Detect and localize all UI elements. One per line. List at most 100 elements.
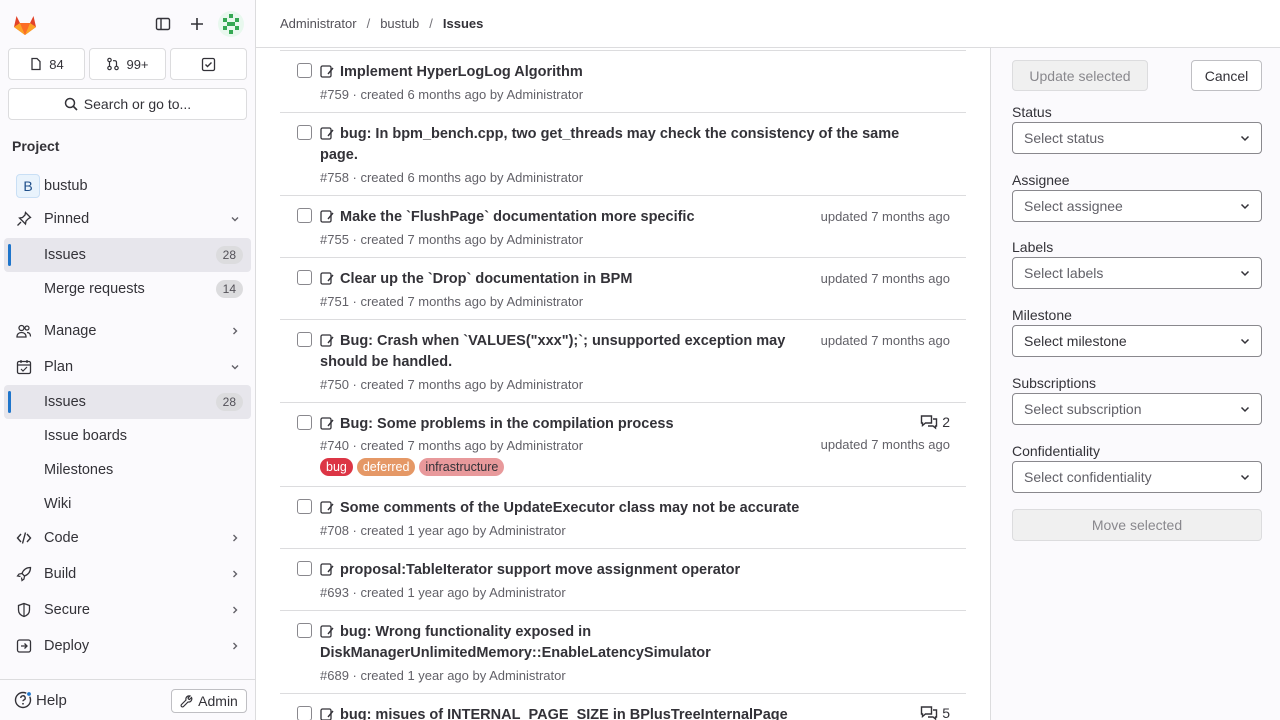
- issue-type-icon: [320, 501, 335, 514]
- chevron-right-icon: [229, 604, 241, 616]
- chevron-down-icon: [229, 361, 241, 373]
- sidebar-item-secure[interactable]: Secure: [4, 593, 251, 627]
- breadcrumb-item[interactable]: Administrator: [280, 16, 357, 31]
- issue-checkbox[interactable]: [297, 270, 312, 285]
- confidentiality-dropdown[interactable]: Select confidentiality: [1012, 461, 1262, 493]
- collapse-sidebar-icon[interactable]: [147, 8, 179, 40]
- breadcrumb-current[interactable]: Issues: [443, 16, 483, 31]
- issue-title[interactable]: Make the `FlushPage` documentation more …: [320, 207, 880, 228]
- chevron-right-icon: [229, 640, 241, 652]
- issue-meta: #751 · created 7 months ago by Administr…: [320, 294, 584, 309]
- create-new-icon[interactable]: [181, 8, 213, 40]
- chevron-down-icon: [229, 213, 241, 225]
- issue-checkbox[interactable]: [297, 63, 312, 78]
- issue-title[interactable]: Implement HyperLogLog Algorithm: [320, 62, 880, 83]
- sidebar-item-label: Manage: [44, 323, 97, 339]
- labels-dropdown[interactable]: Select labels: [1012, 257, 1262, 289]
- sidebar-item-pinned[interactable]: Pinned: [4, 203, 251, 235]
- issue-row[interactable]: Some comments of the UpdateExecutor clas…: [280, 487, 966, 549]
- assigned-issues-button[interactable]: 84: [8, 48, 85, 80]
- label-bug[interactable]: bug: [320, 458, 353, 476]
- issue-title[interactable]: Clear up the `Drop` documentation in BPM: [320, 269, 880, 290]
- milestone-dropdown[interactable]: Select milestone: [1012, 325, 1262, 357]
- sidebar-item-label: Wiki: [44, 496, 72, 512]
- chevron-right-icon: [229, 325, 241, 337]
- help-button[interactable]: Help: [14, 691, 67, 709]
- issue-checkbox[interactable]: [297, 623, 312, 638]
- sidebar-item-pinned-issues[interactable]: Issues 28: [4, 238, 251, 272]
- issue-row[interactable]: Make the `FlushPage` documentation more …: [280, 196, 966, 258]
- user-avatar[interactable]: [215, 8, 247, 40]
- update-selected-button[interactable]: Update selected: [1012, 60, 1148, 91]
- issue-checkbox[interactable]: [297, 125, 312, 140]
- issue-title[interactable]: Bug: Some problems in the compilation pr…: [320, 414, 880, 435]
- comments-count[interactable]: 5: [920, 705, 950, 720]
- issue-type-icon: [320, 708, 335, 720]
- issue-title[interactable]: Some comments of the UpdateExecutor clas…: [320, 498, 920, 519]
- issue-list: Implement HyperLogLog Algorithm #759 · c…: [256, 48, 990, 720]
- issue-checkbox[interactable]: [297, 332, 312, 347]
- status-dropdown[interactable]: Select status: [1012, 122, 1262, 154]
- shield-icon: [16, 602, 32, 618]
- issue-row[interactable]: Implement HyperLogLog Algorithm #759 · c…: [280, 51, 966, 113]
- issue-title[interactable]: bug: Wrong functionality exposed in Disk…: [320, 622, 760, 664]
- sidebar: 84 99+ Search or go to... Project B bust…: [0, 0, 256, 720]
- todo-button[interactable]: [170, 48, 247, 80]
- search-icon: [64, 97, 78, 111]
- issue-title[interactable]: bug: misues of INTERNAL_PAGE_SIZE in BPl…: [320, 705, 880, 720]
- subscriptions-dropdown[interactable]: Select subscription: [1012, 393, 1262, 425]
- sidebar-item-deploy[interactable]: Deploy: [4, 629, 251, 663]
- admin-button[interactable]: Admin: [171, 689, 247, 713]
- todo-icon: [201, 57, 216, 72]
- comments-icon: [920, 705, 938, 720]
- gitlab-logo-icon[interactable]: [11, 10, 39, 38]
- move-selected-button[interactable]: Move selected: [1012, 509, 1262, 541]
- sidebar-item-plan[interactable]: Plan: [4, 350, 251, 384]
- sidebar-item-build[interactable]: Build: [4, 557, 251, 591]
- sidebar-item-milestones[interactable]: Milestones: [4, 453, 251, 487]
- issue-title[interactable]: Bug: Crash when `VALUES("xxx");`; unsupp…: [320, 331, 795, 373]
- sidebar-item-pinned-merge-requests[interactable]: Merge requests 14: [4, 272, 251, 306]
- help-icon: [14, 691, 32, 709]
- breadcrumb: Administrator / bustub / Issues: [256, 0, 1280, 48]
- breadcrumb-item[interactable]: bustub: [380, 16, 419, 31]
- issue-title[interactable]: bug: In bpm_bench.cpp, two get_threads m…: [320, 124, 920, 166]
- sidebar-item-project[interactable]: B bustub: [4, 170, 251, 202]
- sidebar-item-wiki[interactable]: Wiki: [4, 487, 251, 521]
- search-button[interactable]: Search or go to...: [8, 88, 247, 120]
- label-infrastructure[interactable]: infrastructure: [419, 458, 505, 476]
- sidebar-item-label: Issues: [44, 394, 86, 410]
- issue-checkbox[interactable]: [297, 706, 312, 720]
- label-deferred[interactable]: deferred: [356, 458, 416, 476]
- code-icon: [16, 530, 32, 546]
- sidebar-item-issue-boards[interactable]: Issue boards: [4, 419, 251, 453]
- issue-meta: #693 · created 1 year ago by Administrat…: [320, 585, 566, 600]
- sidebar-item-code[interactable]: Code: [4, 521, 251, 555]
- cancel-button[interactable]: Cancel: [1191, 60, 1262, 91]
- issue-checkbox[interactable]: [297, 415, 312, 430]
- issue-row[interactable]: Bug: Crash when `VALUES("xxx");`; unsupp…: [280, 320, 966, 403]
- sidebar-item-label: Code: [44, 530, 79, 546]
- sidebar-footer: Help Admin: [0, 679, 255, 720]
- issue-row[interactable]: bug: In bpm_bench.cpp, two get_threads m…: [280, 113, 966, 196]
- sidebar-item-plan-issues[interactable]: Issues 28: [4, 385, 251, 419]
- issue-row[interactable]: bug: Wrong functionality exposed in Disk…: [280, 611, 966, 694]
- issue-row[interactable]: proposal:TableIterator support move assi…: [280, 549, 966, 611]
- issue-checkbox[interactable]: [297, 499, 312, 514]
- sidebar-item-manage[interactable]: Manage: [4, 314, 251, 348]
- issue-meta: #740 · created 7 months ago by Administr…: [320, 438, 584, 453]
- breadcrumb-separator: /: [366, 16, 371, 31]
- comments-count[interactable]: 2: [920, 414, 950, 430]
- issue-row[interactable]: bug: misues of INTERNAL_PAGE_SIZE in BPl…: [280, 694, 966, 720]
- issue-type-icon: [320, 272, 335, 285]
- issue-row[interactable]: Clear up the `Drop` documentation in BPM…: [280, 258, 966, 320]
- assignee-dropdown[interactable]: Select assignee: [1012, 190, 1262, 222]
- sidebar-item-label: Build: [44, 566, 77, 582]
- merge-requests-button[interactable]: 99+: [89, 48, 166, 80]
- issue-checkbox[interactable]: [297, 208, 312, 223]
- sidebar-item-label: Secure: [44, 602, 90, 618]
- issue-row[interactable]: Bug: Some problems in the compilation pr…: [280, 403, 966, 487]
- chevron-down-icon: [1239, 267, 1251, 279]
- issue-checkbox[interactable]: [297, 561, 312, 576]
- issue-title[interactable]: proposal:TableIterator support move assi…: [320, 560, 920, 581]
